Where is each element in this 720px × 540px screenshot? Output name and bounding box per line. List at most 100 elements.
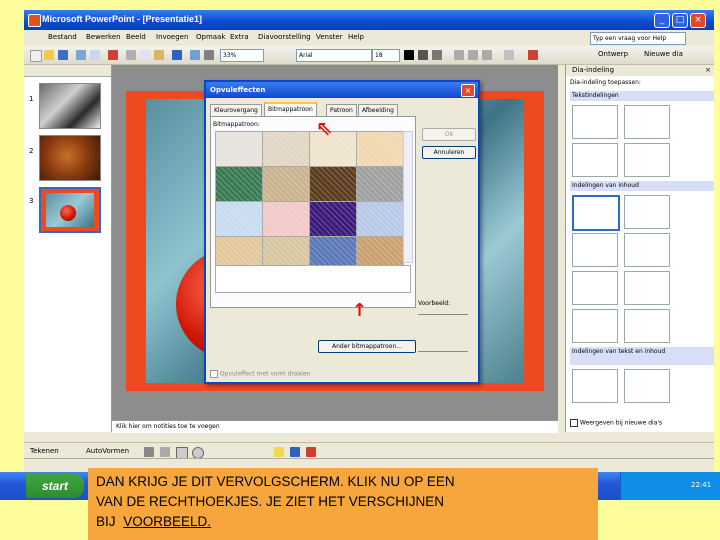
maximize-button[interactable]: □ <box>672 13 688 28</box>
texture-swatch[interactable] <box>356 201 404 237</box>
arrow-icon[interactable] <box>160 447 170 457</box>
clock: 22:41 <box>691 481 712 489</box>
help-search-input[interactable]: Typ een vraag voor Help <box>590 32 686 45</box>
ok-button[interactable]: OK <box>422 128 476 141</box>
align-center-icon[interactable] <box>468 50 478 60</box>
undo-icon[interactable] <box>172 50 182 60</box>
layout-content-5[interactable] <box>624 271 670 305</box>
autoshapes-menu[interactable]: AutoVormen <box>86 447 129 455</box>
spelling-icon[interactable] <box>108 50 118 60</box>
notes-pane[interactable]: Klik hier om notities toe te voegen <box>112 420 558 433</box>
paste-icon[interactable] <box>154 50 164 60</box>
minimize-button[interactable]: _ <box>654 13 670 28</box>
font-size-select[interactable]: 18 <box>372 49 400 62</box>
layout-content[interactable] <box>624 195 670 229</box>
table-icon[interactable] <box>204 50 214 60</box>
menu-invoegen[interactable]: Invoegen <box>156 33 188 41</box>
standard-toolbar: 33% Arial 18 Ontwerp Nieuwe dia <box>24 46 714 65</box>
layout-title[interactable] <box>572 105 618 139</box>
draw-menu[interactable]: Tekenen <box>30 447 59 455</box>
layout-title-text[interactable] <box>572 143 618 177</box>
bold-icon[interactable] <box>404 50 414 60</box>
menu-help[interactable]: Help <box>348 33 364 41</box>
slide-number: 2 <box>29 147 34 155</box>
line-icon[interactable] <box>144 447 154 457</box>
texture-swatch[interactable] <box>262 131 310 167</box>
layout-content-7[interactable] <box>624 309 670 343</box>
layout-title-only[interactable] <box>624 105 670 139</box>
texture-swatch[interactable] <box>262 201 310 237</box>
slide-thumbnail-2[interactable] <box>39 135 101 181</box>
texture-swatch[interactable] <box>215 201 263 237</box>
texture-swatch[interactable] <box>215 166 263 202</box>
menu-beeld[interactable]: Beeld <box>126 33 146 41</box>
layout-content-4[interactable] <box>572 271 618 305</box>
texture-swatch[interactable] <box>309 201 357 237</box>
texture-swatch[interactable] <box>215 131 263 167</box>
cut-icon[interactable] <box>126 50 136 60</box>
save-icon[interactable] <box>58 50 68 60</box>
fill-effects-dialog: Opvuleffecten × Kleurovergang Bitmappatr… <box>204 80 480 384</box>
task-pane-title: Dia-indeling <box>572 66 615 74</box>
line-color-icon[interactable] <box>290 447 300 457</box>
texture-panel: Bitmappatroon: <box>210 116 416 308</box>
italic-icon[interactable] <box>418 50 428 60</box>
underline-icon[interactable] <box>432 50 442 60</box>
text-color-icon[interactable] <box>306 447 316 457</box>
align-right-icon[interactable] <box>482 50 492 60</box>
layout-content-2[interactable] <box>572 233 618 267</box>
menu-venster[interactable]: Venster <box>316 33 343 41</box>
copy-icon[interactable] <box>140 50 150 60</box>
system-tray: 22:41 <box>620 472 720 500</box>
window-title: Microsoft PowerPoint - [Presentatie1] <box>42 14 203 24</box>
show-on-new-slide-checkbox[interactable]: Weergeven bij nieuwe dia's <box>570 419 662 427</box>
texture-swatch[interactable] <box>356 166 404 202</box>
layout-text-content-2[interactable] <box>624 369 670 403</box>
texture-swatch[interactable] <box>309 166 357 202</box>
texture-swatch[interactable] <box>262 166 310 202</box>
cancel-button[interactable]: Annuleren <box>422 146 476 159</box>
instruction-caption: DAN KRIJG JE DIT VERVOLGSCHERM. KLIK NU … <box>88 468 598 540</box>
rotate-label: Opvuleffect met vorm draaien <box>219 370 311 378</box>
preview-icon[interactable] <box>90 50 100 60</box>
layout-text-content[interactable] <box>572 369 618 403</box>
chart-icon[interactable] <box>190 50 200 60</box>
layout-two-columns[interactable] <box>624 143 670 177</box>
slides-tab-header[interactable] <box>24 65 111 77</box>
align-left-icon[interactable] <box>454 50 464 60</box>
start-button[interactable]: start <box>26 474 84 498</box>
menu-bewerken[interactable]: Bewerken <box>86 33 121 41</box>
texture-scrollbar[interactable] <box>403 131 413 263</box>
slide-thumbnail-3[interactable] <box>39 187 101 233</box>
zoom-select[interactable]: 33% <box>220 49 264 62</box>
rotate-checkbox[interactable]: Opvuleffect met vorm draaien <box>210 370 310 378</box>
bullets-icon[interactable] <box>504 50 514 60</box>
fill-color-icon[interactable] <box>274 447 284 457</box>
dialog-close-button[interactable]: × <box>461 84 475 97</box>
nieuwe-dia-button[interactable]: Nieuwe dia <box>644 50 683 58</box>
other-texture-button[interactable]: Ander bitmappatroon... <box>318 340 416 353</box>
task-pane: Dia-indeling × Dia-indeling toepassen: T… <box>565 65 714 432</box>
new-icon[interactable] <box>30 50 42 62</box>
menu-opmaak[interactable]: Opmaak <box>196 33 225 41</box>
caption-line-3-emph: VOORBEELD. <box>123 514 212 529</box>
notes-placeholder: Klik hier om notities toe te voegen <box>116 423 220 430</box>
ontwerp-button[interactable]: Ontwerp <box>598 50 628 58</box>
close-button[interactable]: × <box>690 13 706 28</box>
menu-bestand[interactable]: Bestand <box>48 33 77 41</box>
texture-swatch[interactable] <box>356 131 404 167</box>
open-icon[interactable] <box>44 50 54 60</box>
font-color-icon[interactable] <box>528 50 538 60</box>
task-pane-close-icon[interactable]: × <box>705 65 711 76</box>
menu-diavoorstelling[interactable]: Diavoorstelling <box>258 33 311 41</box>
font-select[interactable]: Arial <box>296 49 372 62</box>
layout-content-6[interactable] <box>572 309 618 343</box>
menu-extra[interactable]: Extra <box>230 33 248 41</box>
dialog-title: Opvuleffecten <box>206 82 478 98</box>
layout-blank[interactable] <box>572 195 620 231</box>
print-icon[interactable] <box>76 50 86 60</box>
texture-label: Bitmappatroon: <box>213 121 260 128</box>
layout-content-3[interactable] <box>624 233 670 267</box>
menu-bar: Bestand Bewerken Beeld Invoegen Opmaak E… <box>24 30 714 46</box>
slide-thumbnail-1[interactable] <box>39 83 101 129</box>
